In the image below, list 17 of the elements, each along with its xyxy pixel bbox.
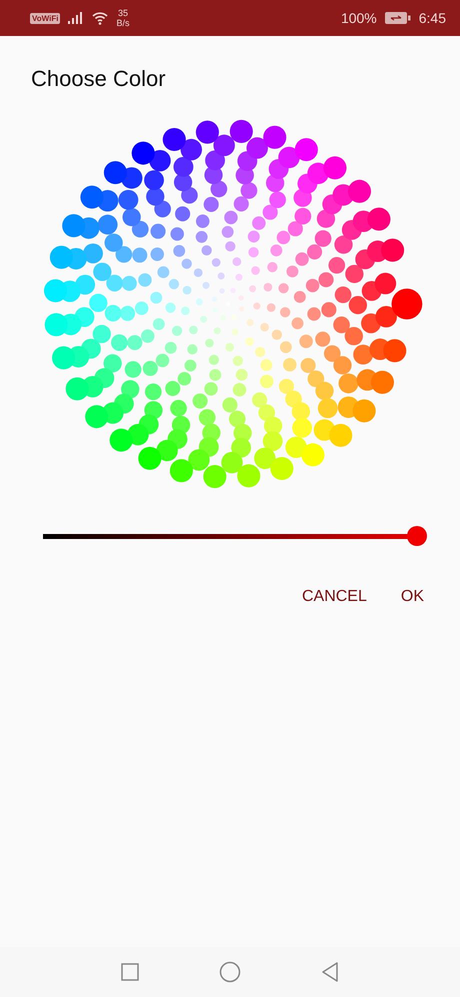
ok-button[interactable]: OK (394, 584, 430, 610)
back-icon[interactable] (321, 962, 339, 982)
home-icon[interactable] (219, 961, 241, 983)
signal-icon (68, 12, 84, 24)
clock-time: 6:45 (418, 10, 446, 26)
network-speed-unit: B/s (116, 18, 130, 28)
wifi-icon (92, 12, 108, 24)
vowifi-badge: VoWiFi (30, 12, 60, 24)
brightness-slider[interactable] (43, 526, 427, 546)
dialog-title: Choose Color (31, 66, 167, 92)
battery-charging-icon (384, 12, 411, 24)
cancel-button[interactable]: CANCEL (296, 584, 373, 610)
network-speed-value: 35 (118, 8, 128, 18)
recents-icon[interactable] (121, 963, 139, 981)
battery-percent: 100% (340, 10, 377, 26)
color-wheel-drawing[interactable] (44, 120, 422, 488)
slider-thumb[interactable] (407, 526, 427, 546)
